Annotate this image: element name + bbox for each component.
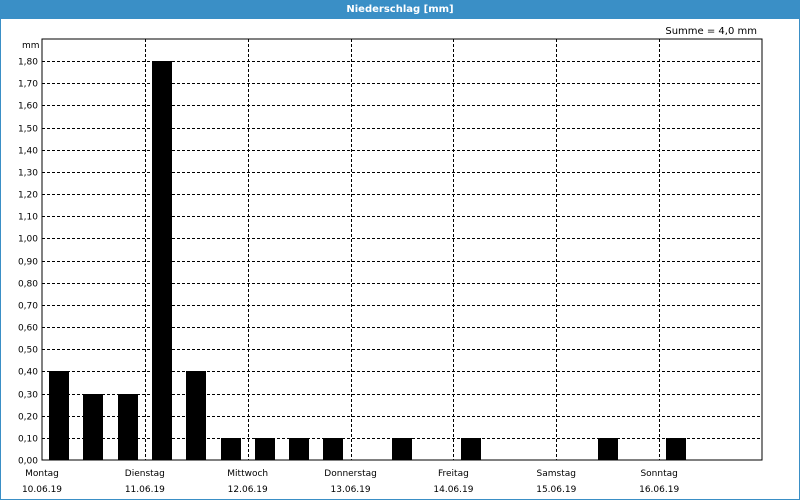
plot-area bbox=[41, 38, 763, 461]
bar bbox=[598, 438, 618, 460]
bar bbox=[118, 394, 138, 460]
bar bbox=[186, 371, 206, 460]
x-tick-day: Freitag bbox=[438, 469, 469, 479]
x-tick-date: 15.06.19 bbox=[536, 485, 576, 495]
y-tick-label: 0,50 bbox=[18, 346, 38, 356]
x-tick-day: Montag bbox=[25, 469, 59, 479]
bar bbox=[289, 438, 309, 460]
y-tick-label: 1,80 bbox=[18, 58, 38, 68]
x-tick-day: Mittwoch bbox=[227, 469, 268, 479]
y-tick-label: 1,70 bbox=[18, 80, 38, 90]
y-tick-label: 1,50 bbox=[18, 125, 38, 135]
y-tick-label: 0,10 bbox=[18, 435, 38, 445]
x-tick-date: 11.06.19 bbox=[125, 485, 165, 495]
precipitation-chart: 0,00 0,10 0,20 0,30 0,40 0,50 0,60 0,70 0,80 0,90… bbox=[18, 38, 763, 495]
x-tick-day: Dienstag bbox=[125, 469, 165, 479]
x-tick-day: Donnerstag bbox=[324, 469, 377, 479]
x-tick-date: 10.06.19 bbox=[22, 485, 62, 495]
x-tick-date: 14.06.19 bbox=[433, 485, 473, 495]
y-tick-label: 0,60 bbox=[18, 324, 38, 334]
bar bbox=[152, 61, 172, 460]
y-tick-label: 0,80 bbox=[18, 280, 38, 290]
y-tick-label: 0,90 bbox=[18, 258, 38, 268]
bar bbox=[323, 438, 343, 460]
bar bbox=[461, 438, 481, 460]
y-tick-label: 1,40 bbox=[18, 147, 38, 157]
bar bbox=[666, 438, 686, 460]
y-tick-label: 1,60 bbox=[18, 102, 38, 112]
y-tick-label: 1,20 bbox=[18, 191, 38, 201]
y-axis-unit: mm bbox=[22, 41, 40, 51]
y-tick-label: 1,30 bbox=[18, 169, 38, 179]
y-tick-label: 1,10 bbox=[18, 213, 38, 223]
bar bbox=[392, 438, 412, 460]
y-tick-label: 0,40 bbox=[18, 368, 38, 378]
bar bbox=[83, 394, 103, 460]
x-tick-day: Sonntag bbox=[640, 469, 677, 479]
x-tick-date: 13.06.19 bbox=[331, 485, 371, 495]
y-tick-label: 0,70 bbox=[18, 302, 38, 312]
x-tick-date: 12.06.19 bbox=[228, 485, 268, 495]
y-tick-label: 0,20 bbox=[18, 413, 38, 423]
y-tick-label: 1,00 bbox=[18, 235, 38, 245]
bar bbox=[255, 438, 275, 460]
x-tick-day: Samstag bbox=[537, 469, 576, 479]
bar bbox=[49, 371, 69, 460]
y-tick-label: 0,30 bbox=[18, 391, 38, 401]
x-tick-date: 16.06.19 bbox=[639, 485, 679, 495]
bar bbox=[221, 438, 241, 460]
y-tick-label: 0,00 bbox=[18, 457, 38, 467]
